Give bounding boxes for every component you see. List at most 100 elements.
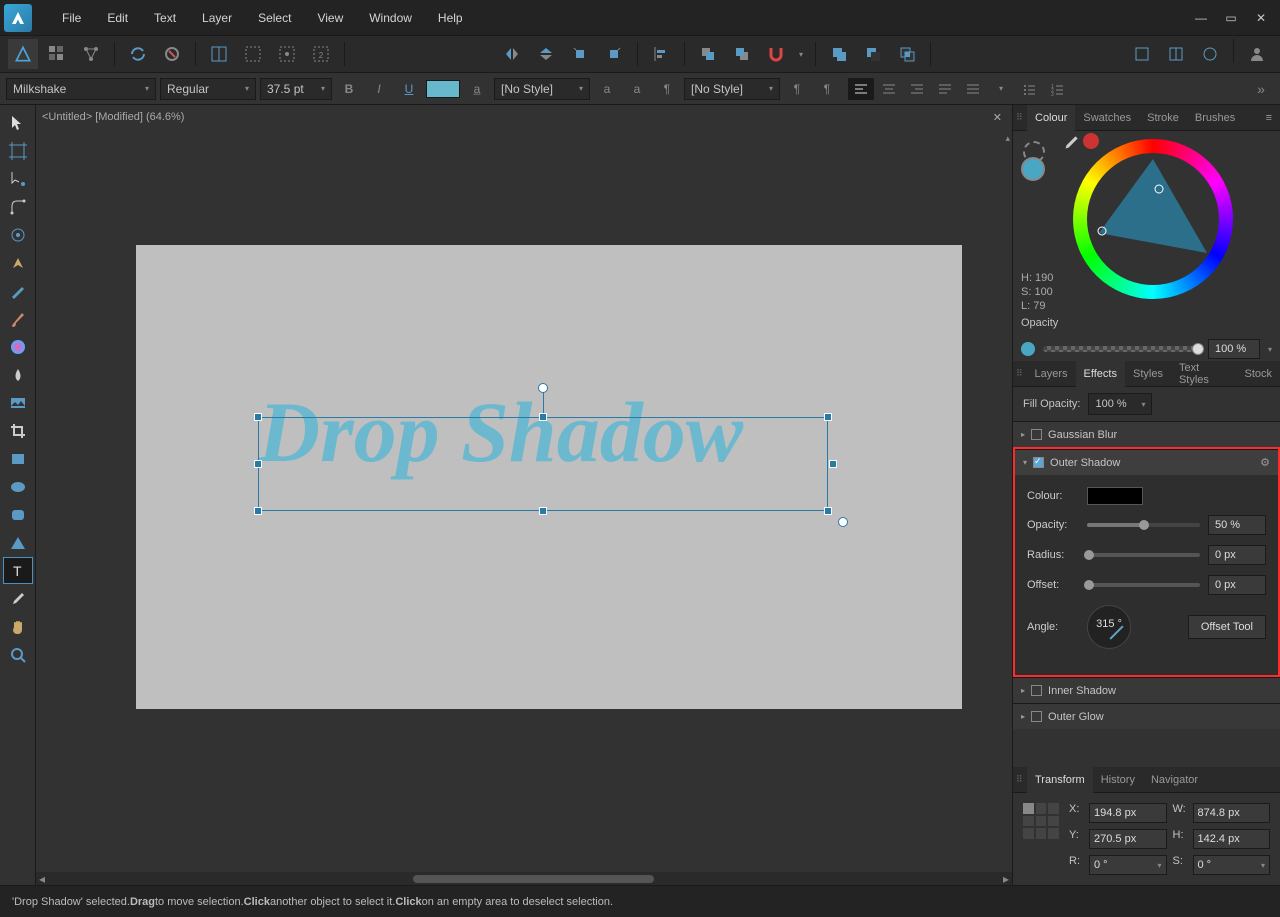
- tab-brushes[interactable]: Brushes: [1187, 105, 1243, 131]
- move-tool-icon[interactable]: [3, 109, 33, 136]
- align-left-icon[interactable]: [646, 39, 676, 69]
- sel-handle-br[interactable]: [824, 507, 832, 515]
- transparency-tool-icon[interactable]: [3, 361, 33, 388]
- rounded-rect-tool-icon[interactable]: [3, 501, 33, 528]
- view-outline-icon[interactable]: [238, 39, 268, 69]
- rotate-ccw-icon[interactable]: [565, 39, 595, 69]
- boolean-subtract-icon[interactable]: [858, 39, 888, 69]
- sel-handle-mr[interactable]: [829, 460, 837, 468]
- boolean-add-icon[interactable]: [824, 39, 854, 69]
- sel-handle-tc[interactable]: [539, 413, 547, 421]
- effect-inner-shadow-header[interactable]: ▸ Inner Shadow: [1013, 677, 1280, 703]
- text-fill-color[interactable]: [426, 80, 460, 98]
- shadow-opacity-value[interactable]: 50 %: [1208, 515, 1266, 535]
- font-weight-select[interactable]: Regular: [160, 78, 256, 100]
- tab-stroke[interactable]: Stroke: [1139, 105, 1187, 131]
- sel-handle-scale[interactable]: [838, 517, 848, 527]
- pen-tool-icon[interactable]: [3, 249, 33, 276]
- pencil-tool-icon[interactable]: [3, 277, 33, 304]
- order-front-icon[interactable]: [727, 39, 757, 69]
- align-justify-all-icon[interactable]: [960, 78, 986, 100]
- zoom-tool-icon[interactable]: [3, 641, 33, 668]
- font-family-select[interactable]: Milkshake: [6, 78, 156, 100]
- shadow-color-swatch[interactable]: [1087, 487, 1143, 505]
- opacity-value[interactable]: 100 %: [1208, 339, 1260, 359]
- panel-grip-icon[interactable]: ⠿: [1013, 774, 1023, 785]
- align-right-text-icon[interactable]: [904, 78, 930, 100]
- typography-panel-icon[interactable]: a: [624, 78, 650, 100]
- anchor-selector[interactable]: [1023, 803, 1059, 839]
- place-image-tool-icon[interactable]: [3, 389, 33, 416]
- outer-glow-checkbox[interactable]: [1031, 711, 1042, 722]
- tab-effects[interactable]: Effects: [1076, 361, 1125, 387]
- menu-window[interactable]: Window: [357, 5, 424, 31]
- sel-handle-tr[interactable]: [824, 413, 832, 421]
- tab-layers[interactable]: Layers: [1027, 361, 1076, 387]
- node-tool-icon[interactable]: [3, 165, 33, 192]
- offset-tool-button[interactable]: Offset Tool: [1188, 615, 1266, 639]
- sel-handle-bc[interactable]: [539, 507, 547, 515]
- menu-layer[interactable]: Layer: [190, 5, 244, 31]
- view-pixel-icon[interactable]: [272, 39, 302, 69]
- eyedropper-tool-icon[interactable]: [3, 585, 33, 612]
- align-left-text-icon[interactable]: [848, 78, 874, 100]
- minimize-button[interactable]: —: [1194, 11, 1208, 25]
- view-retina-icon[interactable]: 2: [306, 39, 336, 69]
- synchronize-defaults-icon[interactable]: [123, 39, 153, 69]
- menu-help[interactable]: Help: [426, 5, 475, 31]
- snapping-options-icon[interactable]: ▾: [795, 39, 807, 69]
- designer-persona-icon[interactable]: [8, 39, 38, 69]
- panel-grip-icon[interactable]: ⠿: [1013, 368, 1023, 379]
- tab-stock[interactable]: Stock: [1236, 361, 1280, 387]
- underline-button[interactable]: U: [396, 78, 422, 100]
- artboard-tool-icon[interactable]: [3, 137, 33, 164]
- scroll-left-icon[interactable]: ◂: [36, 872, 48, 886]
- char-style-icon[interactable]: a̲: [464, 78, 490, 100]
- character-panel-icon[interactable]: a: [594, 78, 620, 100]
- gaussian-blur-checkbox[interactable]: [1031, 429, 1042, 440]
- sel-handle-bl[interactable]: [254, 507, 262, 515]
- effect-outer-glow-header[interactable]: ▸ Outer Glow: [1013, 703, 1280, 729]
- sel-handle-ml[interactable]: [254, 460, 262, 468]
- tab-color[interactable]: Colour: [1027, 105, 1075, 131]
- rotate-cw-icon[interactable]: [599, 39, 629, 69]
- viewport-control-icon[interactable]: ▴: [1005, 133, 1010, 144]
- shadow-radius-slider[interactable]: [1087, 553, 1200, 557]
- para-style-select[interactable]: [No Style]: [684, 78, 780, 100]
- opacity-slider[interactable]: [1043, 346, 1200, 352]
- sel-handle-tl[interactable]: [254, 413, 262, 421]
- shadow-radius-value[interactable]: 0 px: [1208, 545, 1266, 565]
- menu-file[interactable]: File: [50, 5, 93, 31]
- s-value[interactable]: 0 °: [1193, 855, 1271, 875]
- brush-tool-icon[interactable]: [3, 305, 33, 332]
- tab-styles[interactable]: Styles: [1125, 361, 1171, 387]
- close-tab-icon[interactable]: ✕: [993, 111, 1002, 124]
- boolean-intersect-icon[interactable]: [892, 39, 922, 69]
- triangle-tool-icon[interactable]: [3, 529, 33, 556]
- snapping-magnet-icon[interactable]: [761, 39, 791, 69]
- para-rtl-icon[interactable]: ¶: [814, 78, 840, 100]
- tab-transform[interactable]: Transform: [1027, 767, 1093, 793]
- para-ltr-icon[interactable]: ¶: [784, 78, 810, 100]
- menu-view[interactable]: View: [305, 5, 355, 31]
- artistic-text-tool-icon[interactable]: T: [3, 557, 33, 584]
- tab-swatches[interactable]: Swatches: [1075, 105, 1139, 131]
- crop-tool-icon[interactable]: [3, 417, 33, 444]
- maximize-button[interactable]: ▭: [1224, 11, 1238, 25]
- effect-gaussian-blur-header[interactable]: ▸ Gaussian Blur: [1013, 421, 1280, 447]
- italic-button[interactable]: I: [366, 78, 392, 100]
- pixel-persona-icon[interactable]: [42, 39, 72, 69]
- hand-tool-icon[interactable]: [3, 613, 33, 640]
- effect-settings-icon[interactable]: ⚙: [1260, 456, 1270, 469]
- shadow-offset-slider[interactable]: [1087, 583, 1200, 587]
- char-style-select[interactable]: [No Style]: [494, 78, 590, 100]
- assets-icon[interactable]: [1161, 39, 1191, 69]
- menu-text[interactable]: Text: [142, 5, 188, 31]
- document-tab[interactable]: <Untitled> [Modified] (64.6%): [42, 111, 184, 123]
- color-wheel[interactable]: [1073, 139, 1233, 299]
- align-center-text-icon[interactable]: [876, 78, 902, 100]
- r-value[interactable]: 0 °: [1089, 855, 1167, 875]
- y-value[interactable]: 270.5 px: [1089, 829, 1167, 849]
- rectangle-tool-icon[interactable]: [3, 445, 33, 472]
- h-value[interactable]: 142.4 px: [1193, 829, 1271, 849]
